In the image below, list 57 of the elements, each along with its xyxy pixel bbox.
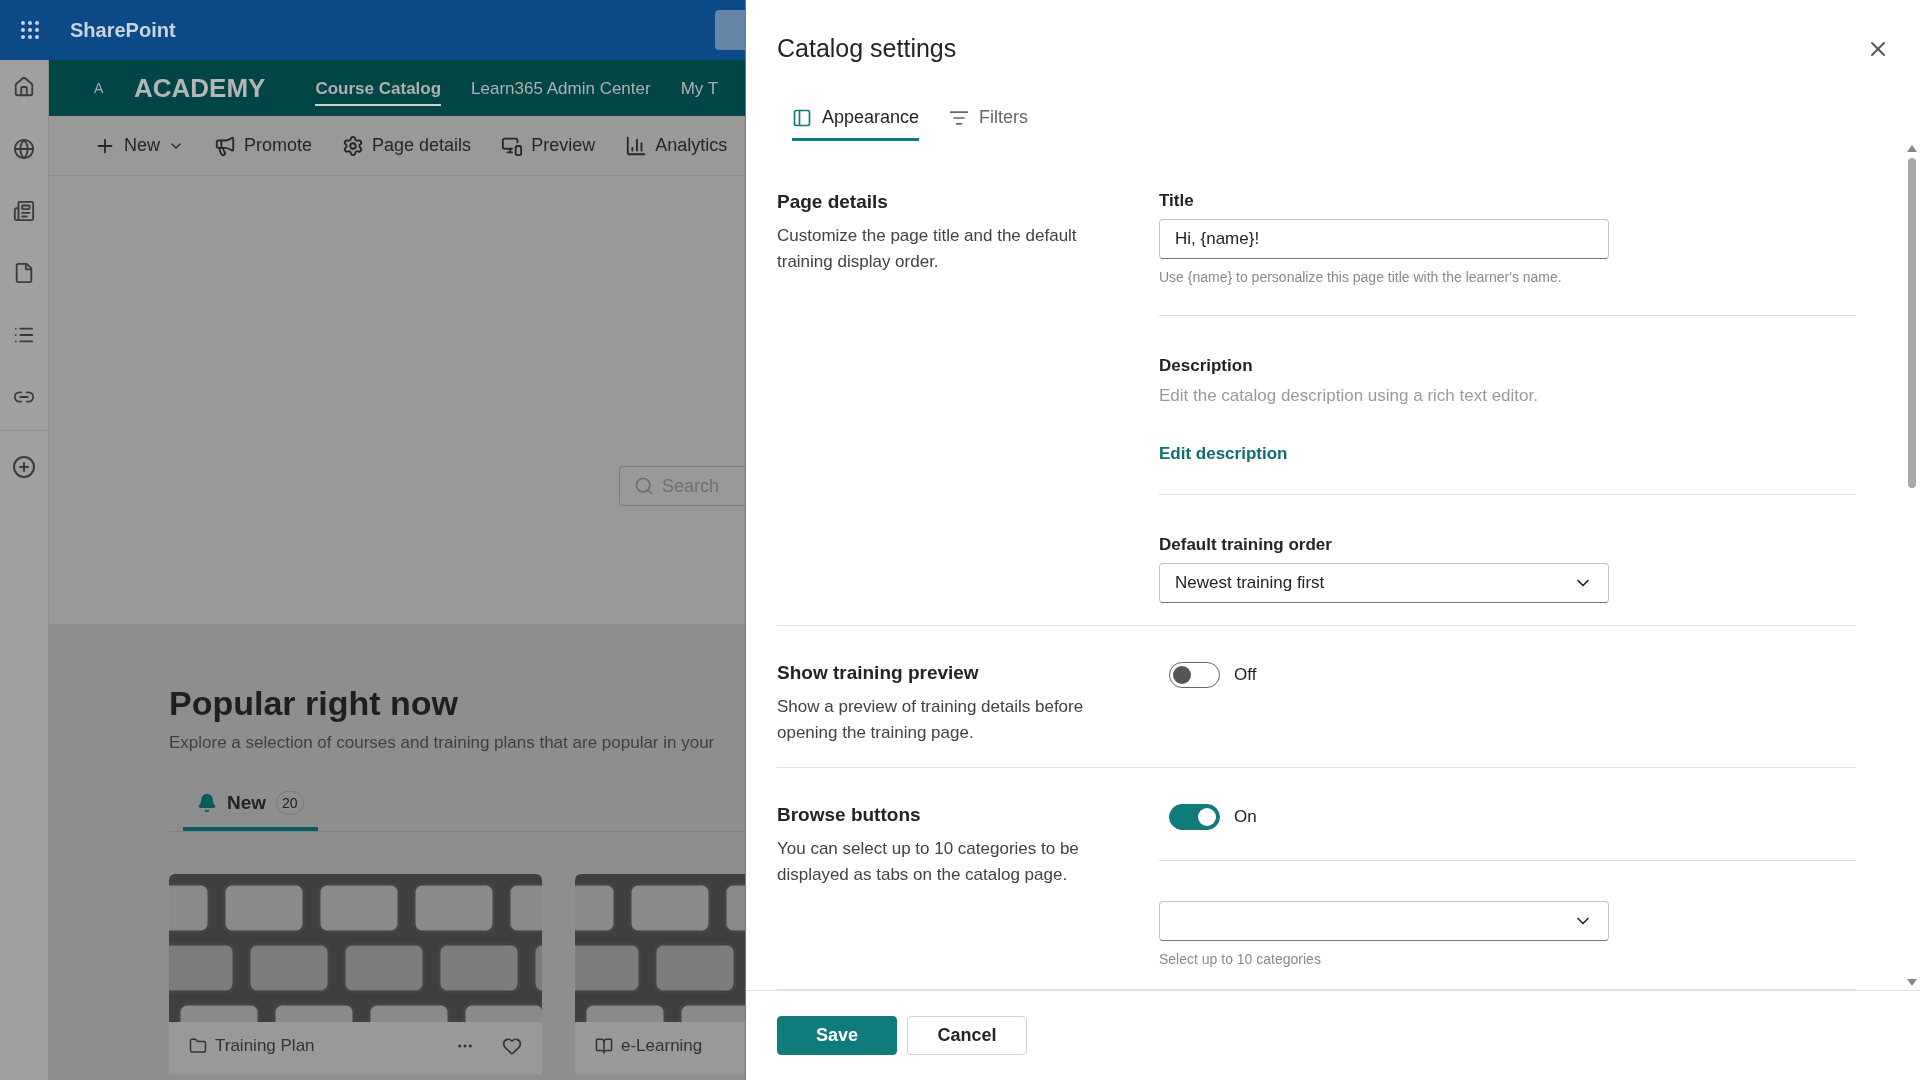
folder-icon [189, 1037, 207, 1055]
section-description: Customize the page title and the default training display order. [777, 225, 1078, 273]
help-text: Select up to 10 categories [1159, 951, 1322, 967]
section-description: Show a preview of training details before opening the training page. [777, 696, 1085, 744]
heart-icon[interactable] [502, 1036, 522, 1056]
globe-icon[interactable] [13, 138, 35, 160]
field-label: Default training order [1159, 535, 1333, 555]
megaphone-icon [214, 134, 236, 157]
section-description: You can select up to 10 categories to be displayed as tabs on the catalog page. [777, 838, 1080, 886]
save-button[interactable]: Save [777, 1016, 897, 1055]
command-button[interactable]: Promote [214, 134, 313, 157]
panel-tab[interactable]: Appearance [792, 101, 920, 141]
layout-icon [792, 107, 812, 128]
section-heading: Page details [777, 191, 889, 213]
edit-link[interactable]: Edit description [1159, 444, 1288, 464]
command-button[interactable]: New [94, 134, 184, 157]
field-label: Description [1159, 356, 1254, 376]
input-field[interactable]: Hi, {name}! [1159, 219, 1609, 259]
bell-icon [197, 793, 217, 813]
section-subtitle: Explore a selection of courses and training plans that are popular in your [169, 733, 716, 753]
toggle-label: Off [1234, 665, 1257, 685]
app-name: SharePoint [70, 18, 176, 42]
dropdown[interactable] [1159, 901, 1609, 941]
panel-tab[interactable]: Filters [949, 101, 1029, 141]
help-text: Use {name} to personalize this page title with the learner's name. [1159, 269, 1563, 285]
toggle-switch[interactable] [1169, 662, 1220, 688]
file-icon[interactable] [13, 262, 35, 284]
cancel-button[interactable]: Cancel [907, 1016, 1027, 1055]
site-name: ACADEMY [134, 72, 266, 104]
site-logo: A [94, 80, 105, 96]
field-label: Title [1159, 191, 1195, 211]
app-launcher-icon[interactable] [18, 18, 42, 42]
add-icon[interactable] [12, 455, 36, 479]
home-icon[interactable] [13, 76, 35, 98]
nav-link[interactable]: My T [680, 70, 719, 106]
toggle-switch[interactable] [1169, 804, 1220, 830]
chart-icon [625, 134, 648, 157]
card-type: Training Plan [215, 1036, 315, 1056]
toggle-label: On [1234, 807, 1257, 827]
card-type: e-Learning [621, 1036, 703, 1056]
nav-link[interactable]: Learn365 Admin Center [471, 70, 651, 106]
section-heading: Browse buttons [777, 804, 922, 826]
settings-icon [342, 134, 365, 157]
filter-tab[interactable]: New 20 [183, 781, 318, 831]
section-title: Popular right now [169, 684, 459, 723]
command-button[interactable]: Analytics [625, 134, 728, 157]
search-icon [634, 476, 654, 496]
nav-link[interactable]: Course Catalog [315, 70, 442, 106]
panel-title: Catalog settings [777, 34, 957, 63]
command-button[interactable]: Page details [342, 134, 472, 157]
command-button[interactable]: Preview [501, 134, 596, 157]
book-icon [595, 1037, 613, 1055]
section-heading: Show training preview [777, 662, 980, 684]
suite-search-field[interactable] [715, 10, 745, 50]
description-text: Edit the catalog description using a rich text editor. [1159, 386, 1539, 406]
news-icon[interactable] [13, 200, 35, 222]
dropdown[interactable]: Newest training first [1159, 563, 1609, 603]
